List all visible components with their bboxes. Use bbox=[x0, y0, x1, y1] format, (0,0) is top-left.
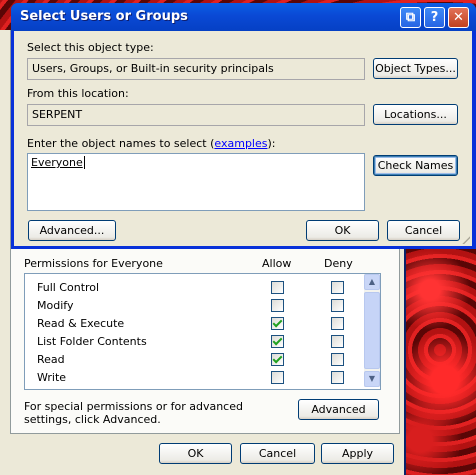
object-names-value: Everyone bbox=[31, 156, 85, 169]
allow-column-header: Allow bbox=[262, 257, 292, 270]
permissions-scrollbar[interactable]: ▲ ▼ bbox=[364, 274, 380, 387]
check-names-button[interactable]: Check Names bbox=[373, 155, 458, 176]
permissions-header: Permissions for Everyone Allow Deny bbox=[24, 257, 354, 271]
dialog-advanced-button[interactable]: Advanced... bbox=[28, 220, 116, 241]
locations-button[interactable]: Locations... bbox=[373, 104, 458, 125]
deny-checkbox[interactable] bbox=[331, 371, 344, 384]
permission-row: Read bbox=[25, 351, 363, 369]
allow-checkbox[interactable] bbox=[271, 299, 284, 312]
permission-row: List Folder Contents bbox=[25, 333, 363, 351]
permission-label: Modify bbox=[37, 299, 74, 312]
allow-checkbox[interactable] bbox=[271, 353, 284, 366]
special-permissions-note: For special permissions or for advanced … bbox=[24, 400, 243, 426]
permission-label: Full Control bbox=[37, 281, 100, 294]
select-users-dialog: Select Users or Groups ⧉ ? ✕ Select this… bbox=[11, 3, 476, 249]
dialog-title: Select Users or Groups bbox=[20, 9, 188, 24]
scroll-up-icon[interactable]: ▲ bbox=[364, 274, 380, 290]
object-names-input[interactable]: Everyone bbox=[27, 153, 365, 211]
examples-link[interactable]: examples bbox=[214, 137, 267, 150]
properties-cancel-button[interactable]: Cancel bbox=[240, 443, 315, 464]
deny-checkbox[interactable] bbox=[331, 281, 344, 294]
location-field: SERPENT bbox=[27, 104, 365, 126]
permission-row: Modify bbox=[25, 297, 363, 315]
location-label: From this location: bbox=[27, 87, 129, 100]
permission-label: Read bbox=[37, 353, 65, 366]
dialog-titlebar[interactable]: Select Users or Groups ⧉ ? ✕ bbox=[11, 3, 476, 31]
permission-row: Full Control bbox=[25, 279, 363, 297]
permission-label: Read & Execute bbox=[37, 317, 125, 330]
scroll-down-icon[interactable]: ▼ bbox=[364, 371, 380, 387]
dialog-client: Select this object type: Users, Groups, … bbox=[14, 31, 472, 246]
resize-grip-icon[interactable] bbox=[460, 234, 470, 244]
dialog-ok-button[interactable]: OK bbox=[306, 220, 379, 241]
close-icon[interactable]: ✕ bbox=[448, 7, 469, 28]
allow-checkbox[interactable] bbox=[271, 335, 284, 348]
properties-ok-button[interactable]: OK bbox=[159, 443, 232, 464]
permission-row: Write bbox=[25, 369, 363, 387]
allow-checkbox[interactable] bbox=[271, 317, 284, 330]
deny-column-header: Deny bbox=[324, 257, 353, 270]
deny-checkbox[interactable] bbox=[331, 335, 344, 348]
dialog-cancel-button[interactable]: Cancel bbox=[387, 220, 460, 241]
apply-button[interactable]: Apply bbox=[321, 443, 394, 464]
object-type-field: Users, Groups, or Built-in security prin… bbox=[27, 58, 365, 80]
scroll-thumb[interactable] bbox=[364, 292, 380, 369]
permissions-for-label: Permissions for Everyone bbox=[24, 257, 163, 270]
permission-label: Write bbox=[37, 371, 67, 384]
help-icon[interactable]: ? bbox=[424, 7, 445, 28]
object-types-button[interactable]: Object Types... bbox=[373, 58, 458, 79]
deny-checkbox[interactable] bbox=[331, 317, 344, 330]
allow-checkbox[interactable] bbox=[271, 371, 284, 384]
object-names-label-prefix: Enter the object names to select ( bbox=[27, 137, 215, 150]
advanced-button[interactable]: Advanced bbox=[298, 399, 379, 420]
permission-row: Read & Execute bbox=[25, 315, 363, 333]
object-names-label: Enter the object names to select (exampl… bbox=[27, 137, 275, 150]
object-names-label-suffix: ): bbox=[267, 137, 276, 150]
permissions-list[interactable]: Full Control Modify Read & Execute List … bbox=[24, 273, 381, 390]
allow-checkbox[interactable] bbox=[271, 281, 284, 294]
permission-label: List Folder Contents bbox=[37, 335, 147, 348]
object-type-label: Select this object type: bbox=[27, 41, 154, 54]
deny-checkbox[interactable] bbox=[331, 353, 344, 366]
deny-checkbox[interactable] bbox=[331, 299, 344, 312]
window-switch-icon[interactable]: ⧉ bbox=[400, 7, 421, 28]
